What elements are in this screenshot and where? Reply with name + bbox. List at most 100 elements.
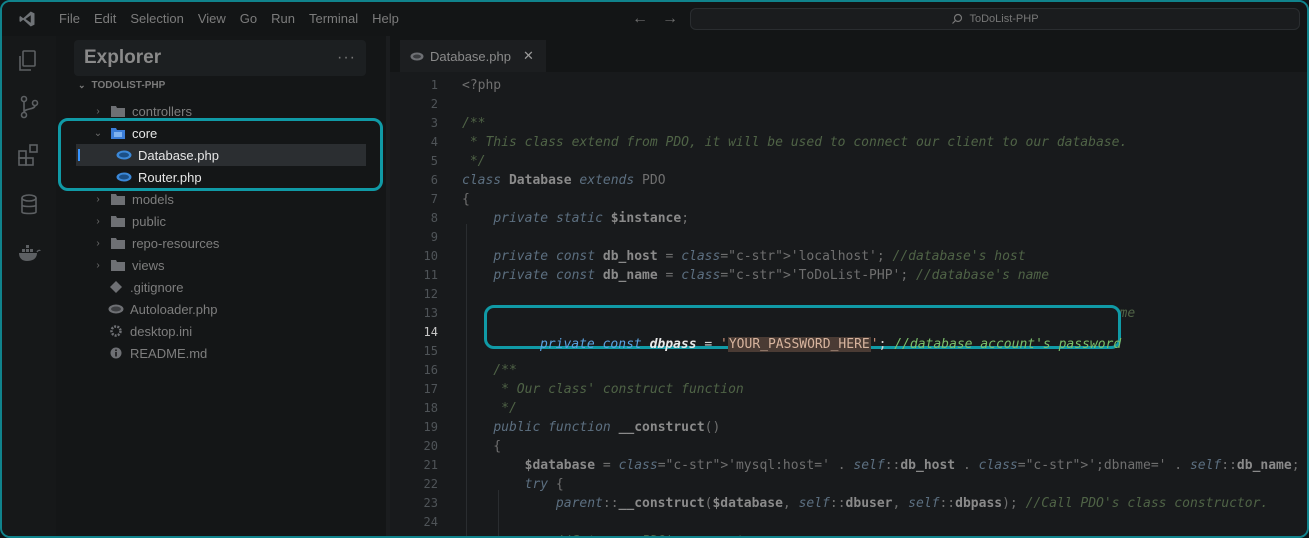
tree-item-label: .gitignore: [130, 279, 184, 295]
code-line[interactable]: 2: [390, 95, 1307, 114]
code-line[interactable]: 3 /**: [390, 114, 1307, 133]
forward-arrow-icon[interactable]: →: [662, 10, 678, 28]
line-number: 18: [423, 401, 438, 415]
code-text: /**: [462, 116, 486, 131]
explorer-title: Explorer: [84, 47, 162, 68]
code-line[interactable]: 9: [390, 228, 1307, 247]
menu-file[interactable]: File: [52, 2, 87, 36]
tree-item-label: repo-resources: [132, 235, 220, 251]
extensions-icon[interactable]: [16, 142, 42, 168]
menu-edit[interactable]: Edit: [87, 2, 123, 36]
project-root[interactable]: ⌄ TODOLIST-PHP: [78, 80, 165, 91]
code-text: * Our class' construct function: [462, 382, 744, 397]
code-line[interactable]: 25 //Set some PDO's parameters.: [390, 532, 1307, 536]
line-number: 3: [430, 116, 438, 130]
source-control-icon[interactable]: [16, 94, 42, 120]
code-text: * This class extend from PDO, it will be…: [462, 135, 1128, 150]
activity-bar: [2, 36, 56, 536]
tree-item-views[interactable]: › views: [92, 254, 165, 276]
code-text: public function __construct(): [493, 420, 721, 435]
folder-icon: [110, 214, 126, 228]
menu-view[interactable]: View: [191, 2, 233, 36]
back-arrow-icon[interactable]: ←: [632, 10, 648, 28]
menu-bar: File Edit Selection View Go Run Terminal…: [52, 2, 406, 36]
tree-item-label: README.md: [130, 345, 208, 361]
code-line[interactable]: 5 */: [390, 152, 1307, 171]
docker-icon[interactable]: [16, 240, 42, 266]
line-number: 11: [423, 268, 438, 282]
tree-item-desktop-ini[interactable]: desktop.ini: [108, 320, 192, 342]
code-line[interactable]: 23 parent::__construct($database, self::…: [390, 494, 1307, 513]
password-line[interactable]: private const dbpass = 'YOUR_PASSWORD_HE…: [485, 316, 1121, 352]
code-line[interactable]: 16 /**: [390, 361, 1307, 380]
tree-item-readme-md[interactable]: README.md: [108, 342, 207, 364]
code-text: private const db_name = class="c-str">'T…: [493, 268, 1050, 283]
chevron-right-icon: ›: [96, 105, 100, 117]
tree-item-gitignore[interactable]: .gitignore: [108, 276, 183, 298]
tab-database-php[interactable]: Database.php ✕: [400, 40, 546, 72]
gear-icon: [108, 324, 124, 338]
code-line[interactable]: 10 private const db_host = class="c-str"…: [390, 247, 1307, 266]
menu-go[interactable]: Go: [233, 2, 264, 36]
tree-item-public[interactable]: › public: [92, 210, 166, 232]
chevron-right-icon: ›: [96, 215, 100, 227]
line-number: 1: [430, 78, 438, 92]
editor-area: Database.php ✕ 1 <?php 2 3/** 4 * This class…: [390, 36, 1307, 536]
code-line[interactable]: 12: [390, 285, 1307, 304]
line-number: 22: [423, 477, 438, 491]
tree-item-label: controllers: [132, 103, 192, 119]
tree-item-repo-resources[interactable]: › repo-resources: [92, 232, 219, 254]
constant-name: dbpass: [649, 337, 697, 352]
code-line[interactable]: 7{: [390, 190, 1307, 209]
code-line[interactable]: 6 class Database extends PDO: [390, 171, 1307, 190]
menu-selection[interactable]: Selection: [123, 2, 190, 36]
php-file-icon: [108, 302, 124, 316]
code-text: */: [462, 154, 486, 169]
code-line[interactable]: 22 try {: [390, 475, 1307, 494]
code-line[interactable]: 24: [390, 513, 1307, 532]
keyword-private: private: [539, 337, 595, 352]
line-number: 10: [423, 249, 438, 263]
command-center-search[interactable]: ToDoList-PHP: [690, 8, 1300, 30]
tree-item-label: desktop.ini: [130, 323, 193, 339]
tree-item-autoloader-php[interactable]: Autoloader.php: [108, 298, 217, 320]
line-number: 2: [430, 97, 438, 111]
password-value: YOUR_PASSWORD_HERE: [727, 337, 871, 352]
tree-item-models[interactable]: › models: [92, 188, 174, 210]
quote-close: ': [870, 337, 879, 352]
code-line[interactable]: 18 */: [390, 399, 1307, 418]
close-icon[interactable]: ✕: [523, 48, 534, 64]
menu-terminal[interactable]: Terminal: [302, 2, 365, 36]
line-number: 16: [423, 363, 438, 377]
code-line[interactable]: 20 {: [390, 437, 1307, 456]
explorer-files-icon[interactable]: [16, 48, 42, 74]
menu-run[interactable]: Run: [264, 2, 302, 36]
info-icon: [108, 346, 124, 360]
tab-bar: Database.php ✕: [390, 36, 1307, 72]
database-icon[interactable]: [16, 192, 42, 218]
menu-help[interactable]: Help: [365, 2, 406, 36]
tree-item-label: views: [132, 257, 165, 273]
folder-icon: [110, 258, 126, 272]
php-file-icon: [410, 49, 424, 64]
code-line[interactable]: 1 <?php: [390, 76, 1307, 95]
line-number: 23: [423, 496, 438, 510]
code-line[interactable]: 19 public function __construct(): [390, 418, 1307, 437]
vscode-logo-icon: [2, 2, 52, 36]
tab-label: Database.php: [430, 48, 511, 64]
code-line[interactable]: 11 private const db_name = class="c-str"…: [390, 266, 1307, 285]
code-text: <?php: [462, 78, 502, 93]
password-line-highlight: private const dbpass = 'YOUR_PASSWORD_HE…: [484, 305, 1121, 352]
code-line[interactable]: 21 $database = class="c-str">'mysql:host…: [390, 456, 1307, 475]
code-line[interactable]: 17 * Our class' construct function: [390, 380, 1307, 399]
more-actions-icon[interactable]: ···: [337, 49, 356, 67]
tree-item-label: public: [132, 213, 166, 229]
chevron-right-icon: ›: [96, 259, 100, 271]
command-center-label: ToDoList-PHP: [969, 13, 1039, 25]
code-text: //Set some PDO's parameters.: [462, 532, 775, 536]
code-line[interactable]: 4 * This class extend from PDO, it will …: [390, 133, 1307, 152]
semicolon: ;: [878, 337, 895, 352]
line-number: 21: [423, 458, 438, 472]
code-line[interactable]: 8 private static $instance;: [390, 209, 1307, 228]
quote-open: ': [720, 337, 728, 352]
